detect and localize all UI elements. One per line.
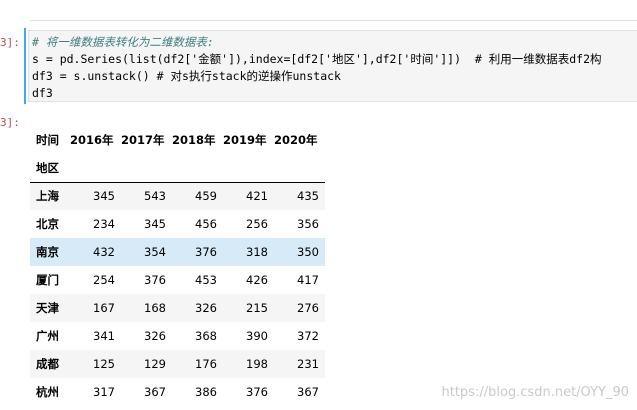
table-cell: 435 [297, 189, 319, 204]
table-cell: 129 [144, 357, 166, 371]
column-header: 2019年 [223, 133, 267, 147]
table-cell: 386 [195, 385, 217, 399]
row-index-label: 杭州 [36, 385, 59, 399]
table-cell: 350 [297, 245, 319, 259]
table-cell: 456 [195, 217, 217, 231]
table-cell: 421 [246, 189, 268, 204]
code-line-1: # 将一维数据表转化为二维数据表: [32, 35, 214, 49]
code-cell-input[interactable]: # 将一维数据表转化为二维数据表: s = pd.Series(list(df2… [28, 30, 637, 102]
table-cell: 176 [195, 357, 217, 371]
table-cell: 367 [144, 385, 166, 399]
table-row: 北京 234 345 456 256 356 [30, 210, 325, 238]
table-cell: 167 [93, 301, 115, 315]
table-cell: 276 [297, 301, 319, 315]
table-row: 成都 125 129 176 198 231 [30, 350, 325, 378]
table-cell: 417 [297, 273, 319, 287]
table-cell: 234 [93, 217, 115, 231]
table-cell: 231 [297, 357, 319, 371]
table-cell: 543 [144, 189, 166, 204]
row-index-label: 厦门 [36, 273, 59, 287]
dataframe-output: 时间 2016年 2017年 2018年 2019年 2020年 地区 上海 34… [30, 126, 325, 406]
columns-name: 时间 [36, 133, 59, 147]
table-row: 广州 341 326 368 390 372 [30, 322, 325, 350]
input-prompt: 3]: [0, 36, 20, 49]
table-cell: 341 [93, 329, 115, 343]
row-index-label: 成都 [36, 357, 59, 371]
table-cell: 432 [93, 245, 115, 259]
row-index-label: 南京 [36, 245, 59, 259]
index-name: 地区 [30, 154, 70, 183]
table-cell: 254 [93, 273, 115, 287]
table-cell: 168 [144, 301, 166, 315]
table-cell: 376 [144, 273, 166, 287]
table-cell: 256 [246, 217, 268, 231]
code-line-2: s = pd.Series(list(df2['金额']),index=[df2… [32, 52, 602, 66]
code-line-3: df3 = s.unstack() # 对s执行stack的逆操作unstack [32, 69, 341, 83]
table-cell: 198 [246, 357, 268, 371]
table-cell: 376 [195, 245, 217, 259]
table-row: 天津 167 168 326 215 276 [30, 294, 325, 322]
selected-cell-indicator [24, 28, 26, 104]
table-cell: 326 [144, 329, 166, 343]
table-cell: 372 [297, 329, 319, 343]
table-row: 上海 345 543 459 421 435 [30, 182, 325, 210]
table-cell: 317 [93, 385, 115, 399]
output-prompt: 3]: [0, 116, 20, 129]
code-line-4: df3 [32, 86, 53, 100]
row-index-label: 北京 [36, 217, 59, 231]
table-cell: 326 [195, 301, 217, 315]
table-cell: 453 [195, 273, 217, 287]
table-row: 厦门 254 376 453 426 417 [30, 266, 325, 294]
table-cell: 390 [246, 329, 268, 343]
table-cell: 354 [144, 245, 166, 259]
row-index-label: 广州 [36, 329, 59, 343]
column-header: 2016年 [70, 133, 114, 147]
table-cell: 125 [93, 357, 115, 371]
column-header: 2020年 [274, 133, 318, 147]
table-cell: 215 [246, 301, 268, 315]
row-index-label: 上海 [36, 189, 59, 204]
column-header: 2017年 [121, 133, 165, 147]
column-header: 2018年 [172, 133, 216, 147]
index-name-row: 地区 [30, 154, 325, 183]
table-cell: 356 [297, 217, 319, 231]
previous-cell-border [30, 20, 637, 21]
table-cell: 345 [93, 189, 115, 204]
column-header-row: 时间 2016年 2017年 2018年 2019年 2020年 [30, 126, 325, 154]
table-cell: 426 [246, 273, 268, 287]
table-cell: 367 [297, 385, 319, 399]
table-row: 杭州 317 367 386 376 367 [30, 378, 325, 406]
table-cell: 345 [144, 217, 166, 231]
table-cell: 459 [195, 189, 217, 204]
table-cell: 318 [246, 245, 268, 259]
row-index-label: 天津 [36, 301, 59, 315]
table-cell: 368 [195, 329, 217, 343]
watermark: https://blog.csdn.net/OYY_90 [441, 385, 629, 400]
table-cell: 376 [246, 385, 268, 399]
table-row: 南京 432 354 376 318 350 [30, 238, 325, 266]
